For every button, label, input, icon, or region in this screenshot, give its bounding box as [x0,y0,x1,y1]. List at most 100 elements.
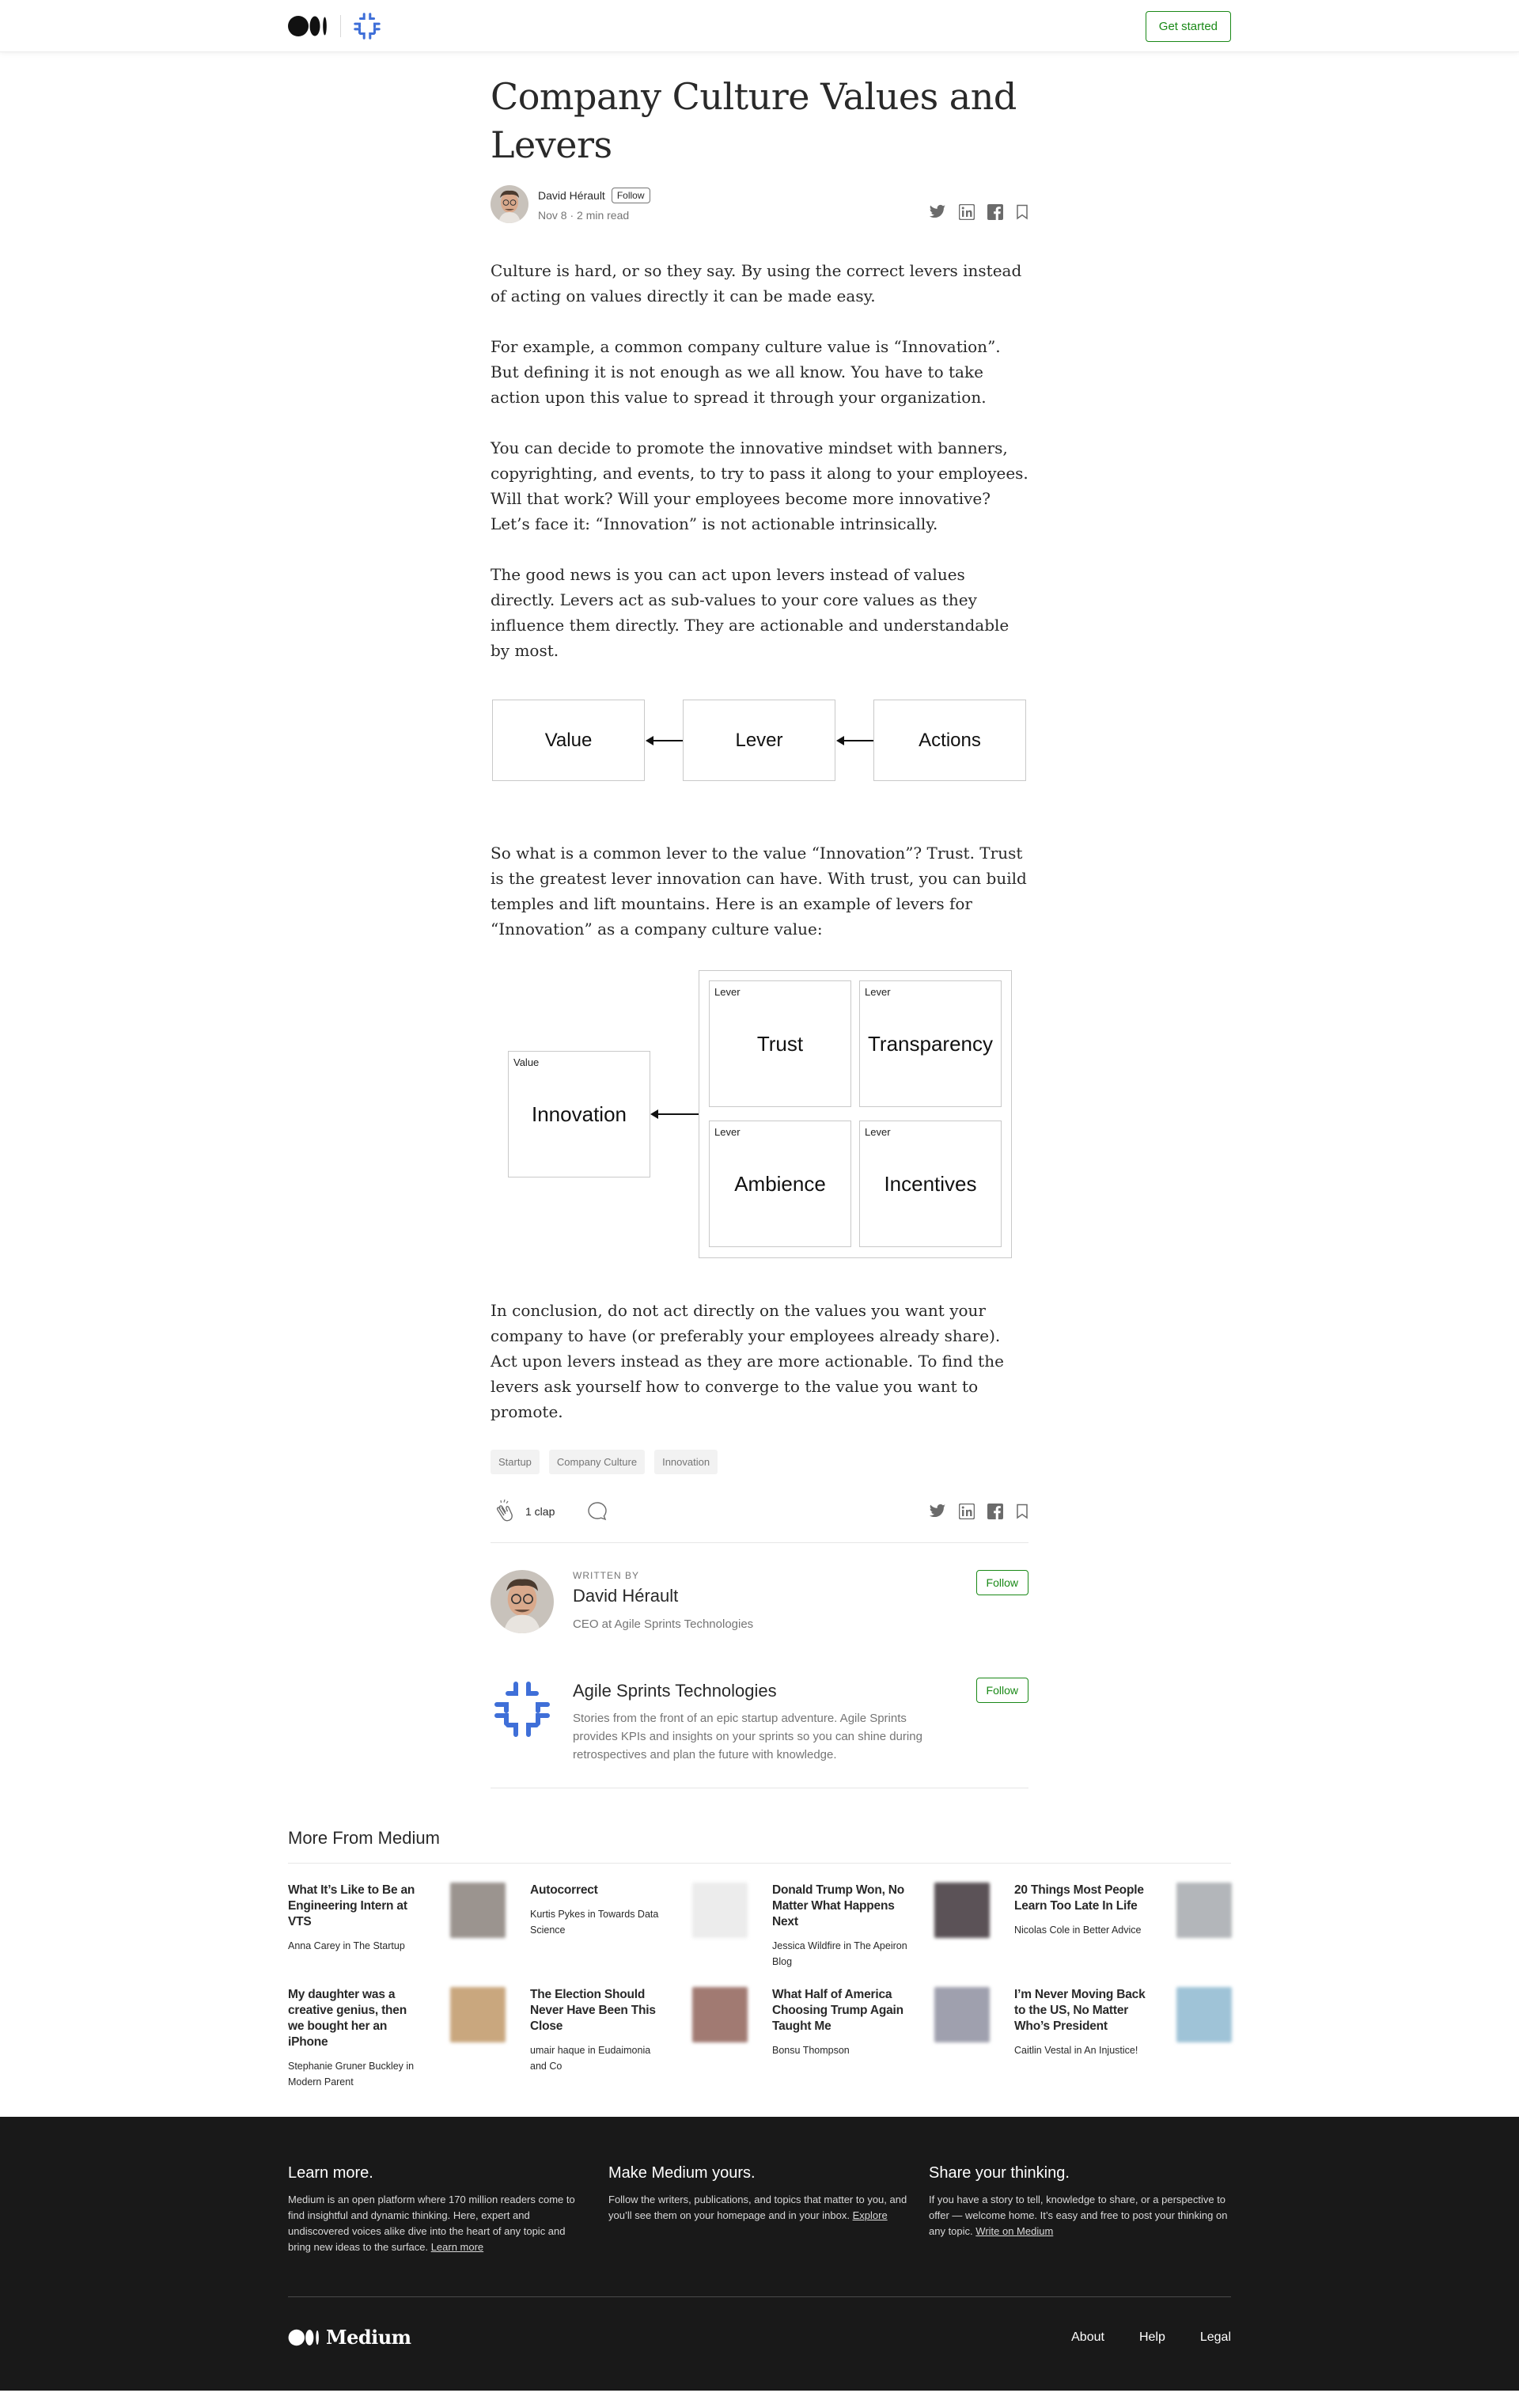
diagram-lever-incentives: Lever Incentives [859,1121,1002,1247]
author-row: David Hérault Follow Nov 8 · 2 min read [491,185,650,223]
story-author[interactable]: Nicolas Cole in Better Advice [1014,1922,1150,1938]
learn-more-link[interactable]: Learn more [431,2241,483,2253]
publication-section: Agile Sprints Technologies Stories from … [491,1678,1028,1788]
diagram-lever-ambience-text: Ambience [734,1171,826,1196]
linkedin-icon[interactable] [959,1504,975,1519]
footer-brand[interactable]: Medium [288,2326,411,2349]
story-title[interactable]: What Half of America Choosing Trump Agai… [772,1987,908,2034]
paragraph-6: In conclusion, do not act directly on th… [491,1301,1004,1421]
author-name[interactable]: David Hérault [538,189,605,202]
story-thumbnail[interactable] [934,1987,990,2042]
tag-list: Startup Company Culture Innovation [491,1450,1028,1474]
story-card[interactable]: Donald Trump Won, No Matter What Happens… [772,1883,990,1971]
arrow-left-icon [646,736,683,745]
story-thumbnail[interactable] [1176,1883,1232,1938]
facebook-icon[interactable] [987,1504,1003,1519]
diagram-lever-transparency-text: Transparency [868,1031,993,1056]
story-author[interactable]: Stephanie Gruner Buckley in Modern Paren… [288,2058,424,2090]
story-card[interactable]: I’m Never Moving Back to the US, No Matt… [1014,1987,1232,2076]
story-title[interactable]: I’m Never Moving Back to the US, No Matt… [1014,1987,1150,2034]
footer-brand-text: Medium [326,2326,411,2349]
tag-innovation[interactable]: Innovation [654,1450,718,1474]
clap-icon[interactable] [491,1498,517,1525]
footer: Learn more. Medium is an open platform w… [0,2117,1519,2391]
footer-links: About Help Legal [1071,2330,1231,2345]
story-title[interactable]: Donald Trump Won, No Matter What Happens… [772,1883,908,1930]
author-follow-button[interactable]: Follow [611,187,650,203]
arrow-left-icon [836,736,873,745]
diagram-actions-box: Actions [873,700,1026,781]
writer-avatar[interactable] [491,1570,554,1633]
story-thumbnail[interactable] [692,1883,748,1938]
story-thumbnail[interactable] [450,1883,506,1938]
diagram-lever-trust-text: Trust [756,1031,804,1056]
story-card[interactable]: The Election Should Never Have Been This… [530,1987,748,2076]
diagram-innovation-box: Value Innovation [508,1051,650,1177]
facebook-icon[interactable] [987,204,1003,220]
article: Company Culture Values and Levers David … [491,52,1028,1788]
story-thumbnail[interactable] [692,1987,748,2042]
diagram-value-text: Value [544,729,593,751]
diagram-lever-label: Lever [714,986,741,998]
diagram-value-box: Value [492,700,645,781]
diagram-lever-label: Lever [865,1126,891,1138]
follow-publication-button[interactable]: Follow [975,1678,1028,1703]
footer-link-help[interactable]: Help [1139,2330,1165,2345]
comment-icon[interactable] [586,1500,608,1523]
story-author[interactable]: Caitlin Vestal in An Injustice! [1014,2042,1150,2058]
diagram-lever-text: Lever [735,729,783,751]
story-title[interactable]: 20 Things Most People Learn Too Late In … [1014,1883,1150,1914]
publication-name[interactable]: Agile Sprints Technologies [573,1681,937,1701]
footer-link-legal[interactable]: Legal [1200,2330,1231,2345]
story-author[interactable]: Anna Carey in The Startup [288,1938,424,1954]
publication-logo-icon[interactable] [352,11,382,41]
explore-link[interactable]: Explore [853,2209,888,2221]
diagram-lever-box: Lever [683,700,835,781]
more-grid: What It’s Like to Be an Engineering Inte… [288,1883,1232,2088]
story-title[interactable]: Autocorrect [530,1883,666,1898]
author-avatar[interactable] [491,185,528,223]
diagram-value-label: Value [513,1056,540,1068]
story-card[interactable]: What It’s Like to Be an Engineering Inte… [288,1883,506,1971]
tag-company-culture[interactable]: Company Culture [548,1450,646,1474]
innovation-levers-diagram: Value Innovation Lever Trust Lever Trans… [491,970,1028,1260]
twitter-icon[interactable] [929,1504,946,1519]
story-thumbnail[interactable] [934,1883,990,1938]
story-card[interactable]: My daughter was a creative genius, then … [288,1987,506,2088]
twitter-icon[interactable] [929,204,946,220]
publication-logo-icon[interactable] [491,1678,554,1741]
get-started-button[interactable]: Get started [1145,10,1231,42]
clap-count: 1 clap [525,1505,555,1518]
writer-description: CEO at Agile Sprints Technologies [573,1617,754,1631]
medium-logo-icon[interactable] [288,15,329,37]
follow-writer-button[interactable]: Follow [975,1570,1028,1595]
write-on-medium-link[interactable]: Write on Medium [975,2225,1053,2237]
footer-col1-title: Learn more. [288,2164,373,2182]
brand-divider [340,15,341,37]
paragraph-1: Culture is hard, or so they say. By usin… [491,261,1022,305]
bookmark-icon[interactable] [1016,1504,1028,1519]
footer-share-thinking: Share your thinking. If you have a story… [929,2164,1227,2255]
linkedin-icon[interactable] [959,204,975,220]
story-card[interactable]: 20 Things Most People Learn Too Late In … [1014,1883,1232,1971]
story-author[interactable]: Bonsu Thompson [772,2042,908,2058]
story-thumbnail[interactable] [450,1987,506,2042]
writer-name[interactable]: David Hérault [573,1586,753,1606]
story-card[interactable]: Autocorrect Kurtis Pykes in Towards Data … [530,1883,748,1971]
article-body: Culture is hard, or so they say. By usin… [491,258,1028,1424]
story-author[interactable]: umair haque in Eudaimonia and Co [530,2042,666,2074]
story-title[interactable]: The Election Should Never Have Been This… [530,1987,666,2034]
article-actions: 1 clap [491,1498,1028,1543]
article-meta: David Hérault Follow Nov 8 · 2 min read [491,185,1028,223]
paragraph-3: You can decide to promote the innovative… [491,438,1028,533]
story-author[interactable]: Kurtis Pykes in Towards Data Science [530,1906,666,1938]
share-bar-top [929,188,1028,220]
bookmark-icon[interactable] [1016,204,1028,220]
footer-link-about[interactable]: About [1071,2330,1104,2345]
tag-startup[interactable]: Startup [491,1450,540,1474]
story-author[interactable]: Jessica Wildfire in The Apeiron Blog [772,1938,908,1970]
story-card[interactable]: What Half of America Choosing Trump Agai… [772,1987,990,2076]
story-title[interactable]: What It’s Like to Be an Engineering Inte… [288,1883,424,1930]
story-title[interactable]: My daughter was a creative genius, then … [288,1987,424,2050]
story-thumbnail[interactable] [1176,1987,1232,2042]
